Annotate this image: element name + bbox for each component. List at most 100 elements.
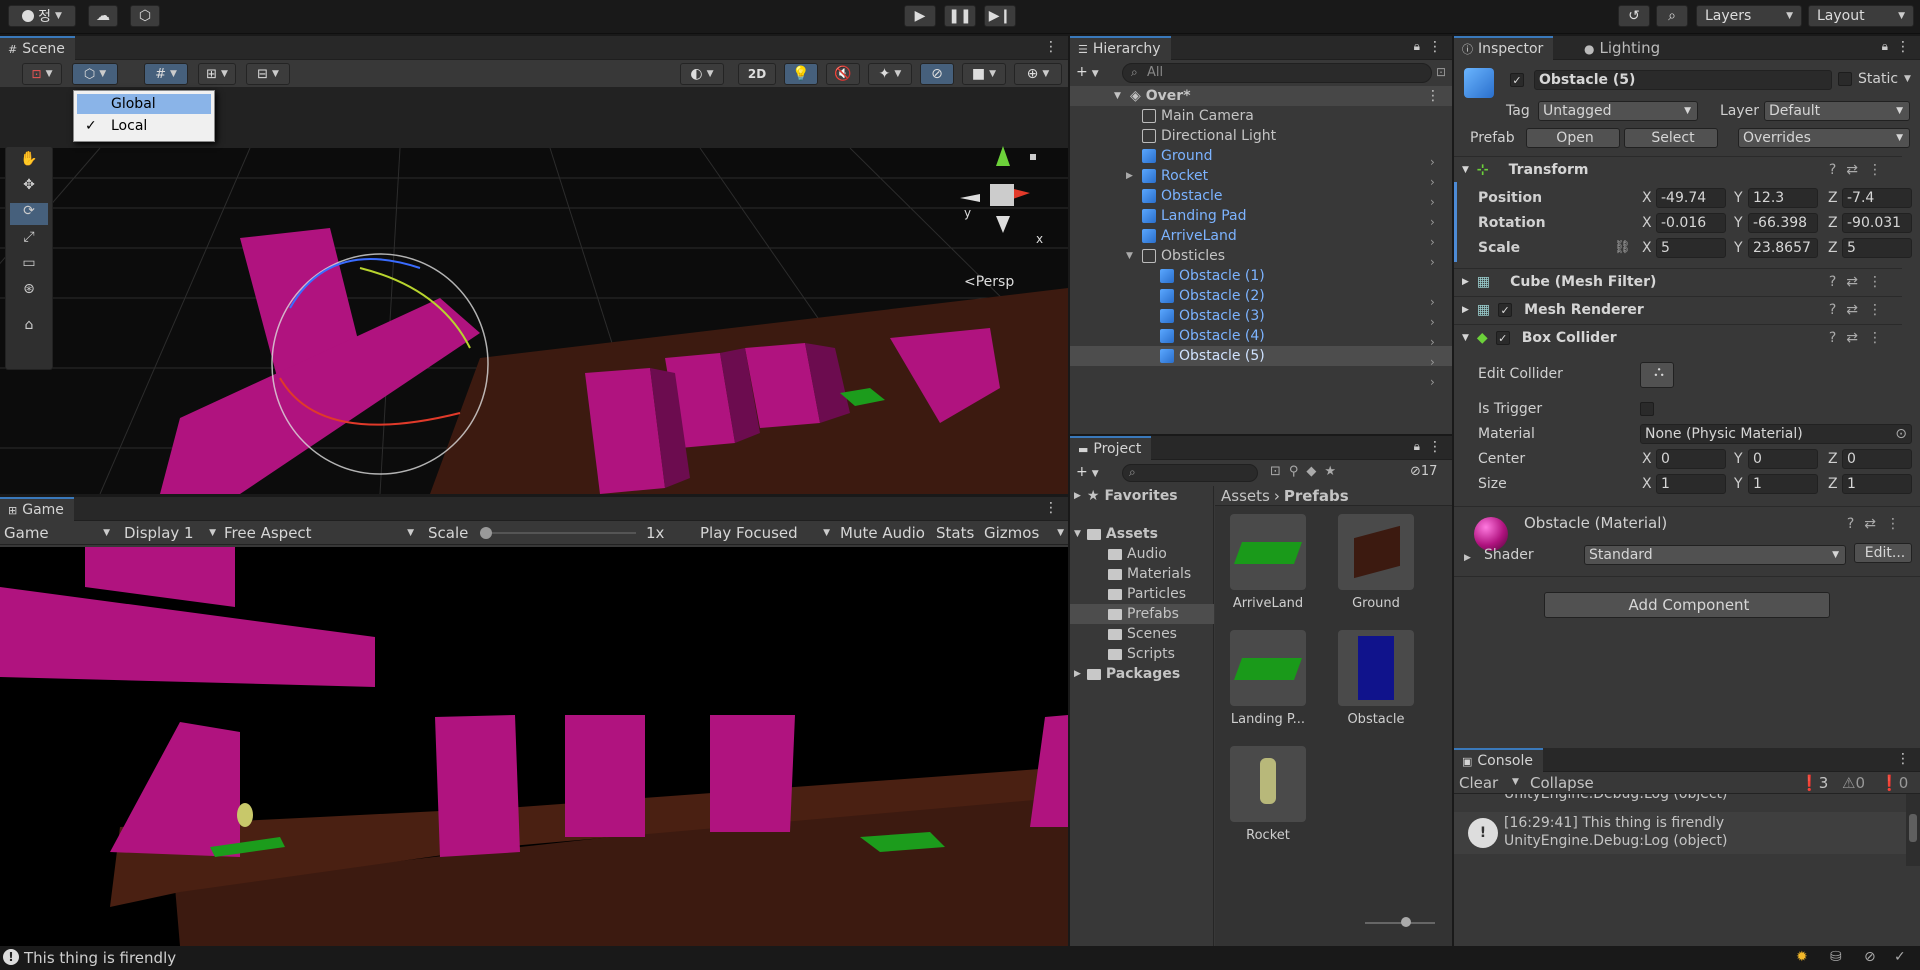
- foldout-icon[interactable]: ▶: [1074, 491, 1081, 501]
- lightbulb-icon[interactable]: ✹: [1796, 949, 1808, 965]
- size-z-field[interactable]: 1: [1842, 474, 1912, 494]
- mute-audio-toggle[interactable]: Mute Audio: [840, 524, 925, 542]
- toggle-2d-button[interactable]: 2D: [738, 63, 776, 85]
- cloud-icon[interactable]: ☁: [88, 5, 118, 27]
- position-x-field[interactable]: -49.74: [1656, 188, 1726, 208]
- active-checkbox[interactable]: ✓: [1510, 72, 1524, 88]
- hierarchy-item-obstacle-1[interactable]: Obstacle (1): [1160, 266, 1265, 286]
- gizmo-toggle-button[interactable]: ⊡ ▼: [22, 63, 62, 85]
- is-trigger-checkbox[interactable]: [1640, 402, 1654, 420]
- console-scrollbar-thumb[interactable]: [1909, 814, 1917, 842]
- prefab-overrides-dropdown[interactable]: Overrides ▼: [1738, 128, 1910, 148]
- grid-visibility-button[interactable]: ⊞ ▼: [198, 63, 236, 85]
- pivot-rotation-button[interactable]: ⬡ ▼: [72, 63, 118, 85]
- hierarchy-item-directional-light[interactable]: Directional Light: [1142, 126, 1276, 146]
- foldout-icon[interactable]: ▶: [1464, 553, 1471, 563]
- collab-icon[interactable]: ⬡: [130, 5, 160, 27]
- packages-folder[interactable]: ▶ Packages: [1074, 664, 1180, 684]
- prefab-open-button[interactable]: Open: [1526, 128, 1620, 148]
- layer-dropdown[interactable]: Default ▼: [1764, 101, 1910, 121]
- lock-icon[interactable]: 🔒︎: [1882, 39, 1888, 54]
- hierarchy-item-obstacle-3[interactable]: Obstacle (3): [1160, 306, 1265, 326]
- box-collider-enabled-checkbox[interactable]: ✓: [1495, 330, 1510, 345]
- center-x-field[interactable]: 0: [1656, 449, 1726, 469]
- asset-rocket[interactable]: Rocket: [1223, 746, 1313, 843]
- hierarchy-search-input[interactable]: ⌕ All: [1122, 63, 1432, 83]
- edit-collider-button[interactable]: ⛬: [1640, 362, 1674, 388]
- rect-tool-icon[interactable]: ▭: [10, 255, 48, 277]
- breadcrumb-assets[interactable]: Assets: [1221, 487, 1270, 505]
- component-menu-icons[interactable]: ?⇄⋮: [1829, 162, 1892, 178]
- scene-viewport[interactable]: ✋ ✥ ⟳ ⤢ ▭ ⊛ ⌂ y x <Persp: [0, 88, 1068, 494]
- play-focused-dropdown[interactable]: Play Focused ▼: [700, 524, 830, 542]
- shader-edit-button[interactable]: Edit...: [1854, 543, 1912, 563]
- hierarchy-item-arriveland[interactable]: ArriveLand: [1142, 226, 1237, 246]
- grid-snap-button[interactable]: # ▼: [144, 63, 188, 85]
- folder-audio[interactable]: Audio: [1108, 544, 1167, 564]
- filter-icons[interactable]: ⊡⚲◆★: [1270, 464, 1344, 479]
- foldout-icon[interactable]: ▼: [1462, 165, 1469, 175]
- move-tool-icon[interactable]: ✥: [10, 177, 48, 199]
- constrain-proportions-icon[interactable]: ⛓: [1614, 240, 1631, 255]
- folder-particles[interactable]: Particles: [1108, 584, 1186, 604]
- effects-icon[interactable]: ✦ ▼: [868, 63, 912, 85]
- component-menu-icons[interactable]: ?⇄⋮: [1829, 302, 1892, 318]
- account-dropdown[interactable]: 정 ▼: [8, 5, 76, 27]
- hierarchy-item-obsticles[interactable]: ▼ Obsticles: [1126, 246, 1225, 266]
- rotation-y-field[interactable]: -66.398: [1748, 213, 1818, 233]
- component-menu-icons[interactable]: ?⇄⋮: [1829, 274, 1892, 290]
- transform-header[interactable]: ▼ ⊹ Transform ?⇄⋮: [1454, 156, 1902, 182]
- tab-project[interactable]: ▬ Project: [1070, 436, 1152, 460]
- foldout-icon[interactable]: ▶: [1462, 305, 1469, 315]
- scale-slider[interactable]: [480, 527, 636, 539]
- tab-game[interactable]: ⊞ Game: [0, 497, 74, 521]
- asset-landing-pad[interactable]: Landing P...: [1223, 630, 1313, 727]
- folder-scripts[interactable]: Scripts: [1108, 644, 1175, 664]
- pause-button[interactable]: ❚❚: [944, 5, 976, 27]
- position-z-field[interactable]: -7.4: [1842, 188, 1912, 208]
- aspect-dropdown[interactable]: Free Aspect ▼: [224, 524, 414, 542]
- step-button[interactable]: ▶❙: [984, 5, 1016, 27]
- lock-icon[interactable]: 🔒︎: [1414, 39, 1420, 54]
- breadcrumb-prefabs[interactable]: Prefabs: [1284, 487, 1349, 505]
- hierarchy-item-obstacle-2[interactable]: Obstacle (2): [1160, 286, 1265, 306]
- more-icon[interactable]: ⋮: [1896, 39, 1910, 55]
- more-icon[interactable]: ⋮: [1428, 439, 1442, 455]
- draw-mode-button[interactable]: ◐ ▼: [680, 63, 724, 85]
- game-mode-dropdown[interactable]: Game ▼: [4, 524, 110, 542]
- rotation-x-field[interactable]: -0.016: [1656, 213, 1726, 233]
- console-entry[interactable]: ! [16:29:41] This thing is firendly Unit…: [1454, 812, 1906, 854]
- favorites-folder[interactable]: ▶ ★ Favorites: [1074, 486, 1178, 506]
- thumbnail-size-thumb[interactable]: [1401, 917, 1411, 927]
- more-icon[interactable]: ⋮: [1044, 39, 1058, 55]
- asset-arriveland[interactable]: ArriveLand: [1223, 514, 1313, 611]
- more-icon[interactable]: ⋮: [1896, 751, 1910, 767]
- foldout-icon[interactable]: ▶: [1074, 669, 1081, 679]
- console-scrollbar[interactable]: [1906, 794, 1920, 866]
- layers-dropdown[interactable]: Layers ▼: [1696, 5, 1802, 27]
- status-message[interactable]: This thing is firendly: [24, 949, 176, 967]
- hierarchy-item-ground[interactable]: Ground: [1142, 146, 1213, 166]
- chevron-down-icon[interactable]: ▼: [1904, 74, 1911, 84]
- shader-dropdown[interactable]: Standard ▼: [1584, 545, 1846, 565]
- scene-visibility-icon[interactable]: ⊘: [920, 63, 954, 85]
- folder-materials[interactable]: Materials: [1108, 564, 1191, 584]
- menu-item-global[interactable]: Global: [77, 94, 211, 114]
- debug-icon[interactable]: ⊘: [1864, 949, 1876, 965]
- physic-material-field[interactable]: None (Physic Material) ⊙: [1640, 424, 1912, 444]
- rotate-tool-icon[interactable]: ⟳: [10, 203, 48, 225]
- lighting-toggle-icon[interactable]: 💡: [784, 63, 818, 85]
- foldout-icon[interactable]: ▼: [1074, 529, 1081, 539]
- more-icon[interactable]: ⋮: [1044, 500, 1058, 516]
- hidden-packages-count[interactable]: ⊘17: [1410, 464, 1437, 479]
- audio-toggle-icon[interactable]: 🔇: [826, 63, 860, 85]
- thumbnail-size-slider[interactable]: [1365, 917, 1435, 927]
- menu-item-local[interactable]: ✓ Local: [77, 116, 211, 136]
- scale-slider-thumb[interactable]: [480, 527, 492, 539]
- history-icon[interactable]: ↺: [1618, 5, 1650, 27]
- play-button[interactable]: ▶: [904, 5, 936, 27]
- mesh-renderer-enabled-checkbox[interactable]: ✓: [1498, 302, 1513, 317]
- foldout-icon[interactable]: ▼: [1462, 333, 1469, 343]
- persp-label[interactable]: <Persp: [964, 274, 1014, 290]
- tab-inspector[interactable]: ⓘ Inspector: [1454, 36, 1554, 60]
